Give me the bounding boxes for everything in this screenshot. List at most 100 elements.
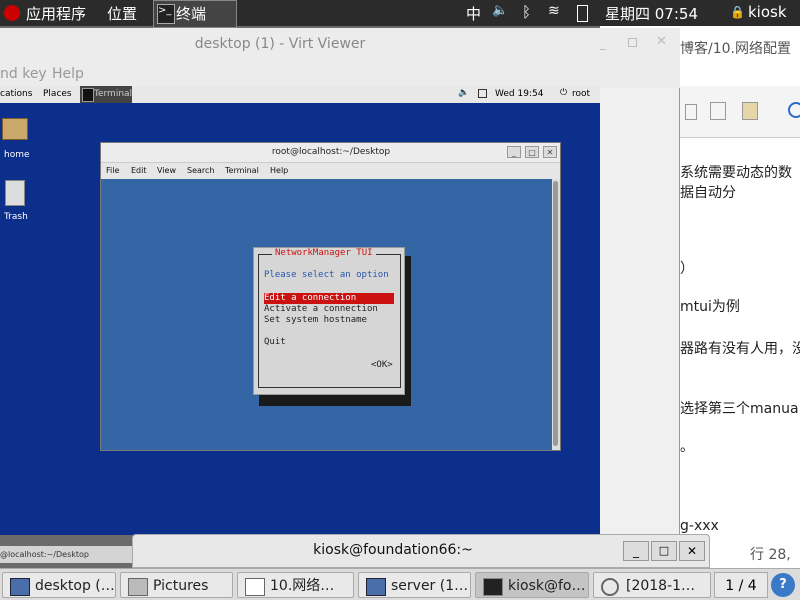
redhat-logo-icon[interactable]	[4, 5, 20, 21]
scrollbar-thumb[interactable]	[553, 181, 558, 446]
maximize-button[interactable]	[628, 38, 637, 47]
quit-option[interactable]: Quit	[264, 337, 286, 347]
magnifier-icon	[601, 578, 619, 596]
terminal-icon	[483, 578, 503, 596]
battery-icon[interactable]	[577, 5, 588, 22]
guest-terminal-label: Terminal	[94, 89, 133, 99]
user-lock-icon: 🔒	[730, 5, 745, 19]
volume-icon[interactable]: 🔈	[492, 3, 508, 18]
notification-icon[interactable]: ?	[771, 573, 795, 597]
editor-line: 选择第三个manua	[680, 401, 799, 417]
taskbar-item-kiosk-terminal[interactable]: kiosk@fo…	[475, 572, 589, 598]
activate-connection-option[interactable]: Activate a connection	[264, 304, 378, 314]
menu-help[interactable]: Help	[270, 166, 288, 175]
terminal-icon: >_	[157, 4, 175, 24]
guest-terminal-menubar: File Edit View Search Terminal Help	[101, 163, 560, 179]
taskbar-item-label: desktop (…	[35, 578, 115, 594]
home-folder-icon[interactable]	[2, 118, 28, 140]
minimize-button[interactable]: _	[623, 541, 649, 561]
virt-viewer-icon	[10, 578, 30, 596]
guest-applications-menu[interactable]: cations	[0, 89, 32, 99]
help-menu[interactable]: Help	[52, 66, 84, 82]
taskbar-item-label: [2018-1…	[626, 578, 696, 594]
workspace-switcher[interactable]: 1 / 4	[714, 572, 768, 598]
virt-viewer-title: desktop (1) - Virt Viewer	[194, 36, 366, 52]
taskbar-item-server[interactable]: server (1…	[358, 572, 471, 598]
editor-line: 。	[680, 439, 694, 455]
menu-file[interactable]: File	[106, 166, 119, 175]
taskbar-item-label: server (1…	[391, 578, 469, 594]
editor-toolbar	[680, 86, 800, 138]
kiosk-terminal-window[interactable]: kiosk@foundation66:~ _ □ ✕	[132, 534, 710, 568]
nmtui-prompt: Please select an option	[264, 270, 389, 280]
editor-status-position: 行 28,	[750, 547, 791, 563]
virt-viewer-titlebar[interactable]: desktop (1) - Virt Viewer _ ✕	[0, 28, 680, 64]
send-key-menu[interactable]: nd key	[0, 66, 47, 82]
bluetooth-icon[interactable]: ᛒ	[522, 3, 531, 21]
clock[interactable]: 星期四 07:54	[605, 3, 698, 24]
editor-line: mtui为例	[680, 299, 740, 315]
guest-terminal-titlebar[interactable]: root@localhost:~/Desktop _ □ ✕	[101, 143, 560, 163]
close-button[interactable]: ✕	[656, 34, 667, 49]
paste-icon[interactable]	[742, 102, 758, 120]
taskbar-item-label: Pictures	[153, 578, 209, 594]
wifi-icon[interactable]: ≋	[548, 3, 560, 19]
taskbar-item-desktop[interactable]: desktop (…	[2, 572, 116, 598]
applications-menu[interactable]: 应用程序	[26, 3, 86, 24]
desktop-icon-label: home	[4, 150, 30, 160]
editor-line: g-xxx	[680, 518, 719, 534]
menu-edit[interactable]: Edit	[131, 166, 147, 175]
kiosk-terminal-title: kiosk@foundation66:~	[313, 542, 473, 558]
minimize-button[interactable]: _	[507, 146, 521, 158]
guest-terminal-title: root@localhost:~/Desktop	[271, 147, 391, 157]
network-icon[interactable]	[478, 89, 487, 98]
places-menu[interactable]: 位置	[107, 3, 137, 24]
editor-title: 博客/10.网络配置	[680, 41, 791, 57]
guest-taskbar-item[interactable]: @localhost:~/Desktop	[0, 546, 132, 563]
terminal-app-menu[interactable]: >_ 终端	[153, 0, 237, 28]
close-button[interactable]: ✕	[679, 541, 705, 561]
menu-view[interactable]: View	[157, 166, 176, 175]
taskbar-item-label: kiosk@fo…	[508, 578, 586, 594]
taskbar-item-editor[interactable]: 10.网络…	[237, 572, 354, 598]
cut-icon[interactable]	[685, 104, 697, 120]
nmtui-dialog: NetworkManager TUI Please select an opti…	[253, 247, 405, 395]
guest-terminal-menu[interactable]: Terminal	[80, 86, 132, 103]
input-method-indicator[interactable]: 中	[466, 3, 481, 24]
guest-top-panel: cations Places Terminal 🔈 Wed 19:54 ⏻ ro…	[0, 86, 600, 103]
maximize-button[interactable]: □	[651, 541, 677, 561]
host-taskbar: desktop (… Pictures 10.网络… server (1… ki…	[0, 568, 800, 600]
menu-search[interactable]: Search	[187, 166, 214, 175]
virt-viewer-icon	[366, 578, 386, 596]
terminal-icon	[82, 88, 94, 102]
search-icon[interactable]	[788, 102, 800, 118]
terminal-scrollbar[interactable]	[552, 179, 560, 450]
virt-viewer-menubar: nd key Help	[0, 64, 680, 88]
taskbar-item-label: 10.网络…	[270, 578, 335, 594]
ok-button[interactable]: <OK>	[371, 360, 393, 370]
file-manager-icon	[128, 578, 148, 596]
menu-terminal[interactable]: Terminal	[225, 166, 259, 175]
close-button[interactable]: ✕	[543, 146, 557, 158]
volume-icon[interactable]: 🔈	[458, 88, 469, 98]
taskbar-item-pictures[interactable]: Pictures	[120, 572, 233, 598]
copy-icon[interactable]	[710, 102, 726, 120]
terminal-app-label: 终端	[176, 5, 207, 23]
user-menu[interactable]: kiosk	[748, 3, 787, 21]
minimize-button[interactable]: _	[600, 36, 606, 50]
guest-user-menu[interactable]: root	[572, 89, 590, 99]
host-top-panel: 应用程序 位置 >_ 终端 中 🔈 ᛒ ≋ 星期四 07:54 🔒 kiosk	[0, 0, 800, 28]
nmtui-title: NetworkManager TUI	[272, 248, 376, 258]
user-icon: ⏻	[560, 88, 568, 98]
editor-line: ）	[680, 261, 694, 277]
trash-icon[interactable]	[5, 180, 25, 206]
editor-line: 器路有没有人用，没	[680, 341, 800, 357]
guest-clock[interactable]: Wed 19:54	[495, 89, 543, 99]
editor-line: 系统需要动态的数据自动分	[680, 165, 792, 201]
guest-places-menu[interactable]: Places	[43, 89, 72, 99]
taskbar-item-screenshot[interactable]: [2018-1…	[593, 572, 711, 598]
edit-connection-option[interactable]: Edit a connection	[264, 293, 394, 304]
text-editor-icon	[245, 578, 265, 596]
set-hostname-option[interactable]: Set system hostname	[264, 315, 367, 325]
maximize-button[interactable]: □	[525, 146, 539, 158]
